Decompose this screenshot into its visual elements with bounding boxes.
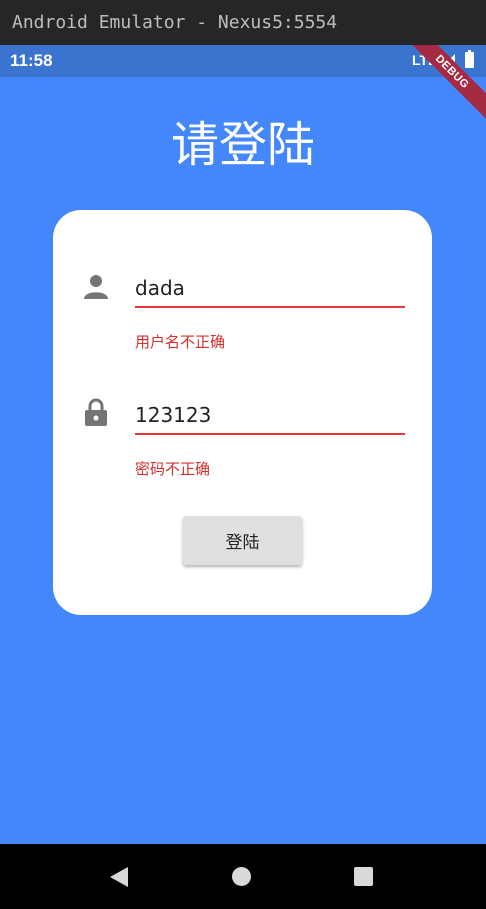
signal-icon [441, 54, 455, 68]
window-title: Android Emulator - Nexus5:5554 [12, 12, 338, 33]
login-card: 用户名不正确 密码不正确 登陆 [53, 210, 432, 615]
back-icon[interactable] [110, 867, 128, 887]
login-button[interactable]: 登陆 [183, 516, 302, 565]
status-bar: 11:58 LTE [0, 45, 486, 77]
person-icon [84, 275, 108, 299]
page-title: 请登陆 [170, 117, 315, 173]
username-input[interactable] [135, 270, 405, 308]
status-time: 11:58 [10, 51, 53, 70]
battery-icon [465, 50, 474, 68]
lock-icon [85, 398, 107, 426]
home-icon[interactable] [232, 867, 251, 886]
network-type: LTE [412, 52, 438, 68]
app-screen: 请登陆 用户名不正确 密码不正确 登陆 [0, 77, 486, 844]
navigation-bar [0, 844, 486, 909]
emulator-title-bar: Android Emulator - Nexus5:5554 [0, 0, 486, 45]
recents-icon[interactable] [354, 867, 373, 886]
password-error: 密码不正确 [135, 460, 211, 478]
username-error: 用户名不正确 [135, 333, 226, 351]
password-input[interactable] [135, 397, 405, 435]
